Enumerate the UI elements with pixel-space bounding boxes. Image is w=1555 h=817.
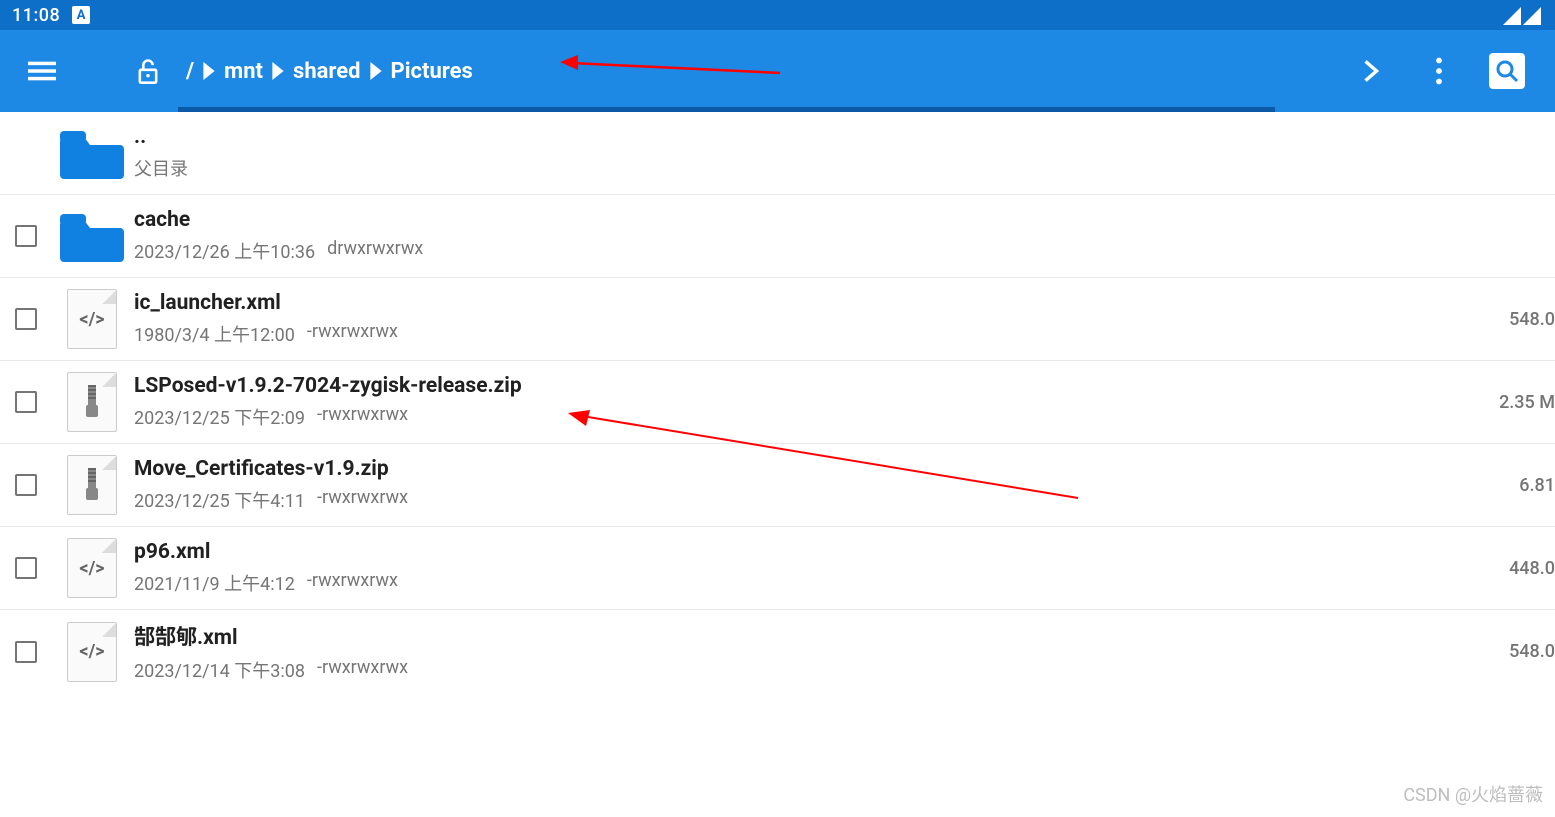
more-vert-icon [1435, 57, 1443, 85]
toolbar-actions [1343, 43, 1535, 99]
more-button[interactable] [1411, 43, 1467, 99]
file-name: LSPosed-v1.9.2-7024-zygisk-release.zip [134, 374, 1485, 398]
toolbar-underline [178, 107, 1275, 112]
file-name: Move_Certificates-v1.9.zip [134, 457, 1485, 481]
file-size: 448.0 [1485, 558, 1555, 579]
checkbox[interactable] [15, 308, 37, 330]
list-item[interactable]: </> p96.xml 2021/11/9 上午4:12 -rwxrwxrwx … [0, 527, 1555, 610]
file-date: 2023/12/25 下午2:09 [134, 404, 305, 430]
file-size: 6.81 [1485, 475, 1555, 496]
file-perm: -rwxrwxrwx [317, 404, 408, 430]
status-keyboard-indicator: A [72, 6, 90, 24]
list-item[interactable]: </> 郜郜郇.xml 2023/12/14 下午3:08 -rwxrwxrwx… [0, 610, 1555, 693]
file-name: ic_launcher.xml [134, 291, 1485, 315]
checkbox[interactable] [15, 641, 37, 663]
lock-button[interactable] [120, 43, 176, 99]
parent-label: 父目录 [134, 155, 188, 181]
folder-icon [60, 210, 124, 262]
menu-button[interactable] [14, 43, 70, 99]
file-name: p96.xml [134, 540, 1485, 564]
checkbox[interactable] [15, 557, 37, 579]
breadcrumb-seg-pictures[interactable]: Pictures [391, 59, 473, 84]
file-perm: -rwxrwxrwx [307, 321, 398, 347]
list-item[interactable]: cache 2023/12/26 上午10:36 drwxrwxrwx [0, 195, 1555, 278]
checkbox[interactable] [15, 474, 37, 496]
chevron-right-icon [271, 62, 285, 80]
breadcrumb-seg-shared[interactable]: shared [293, 59, 361, 84]
zip-file-icon [67, 372, 117, 432]
hamburger-icon [28, 57, 56, 85]
file-size: 548.0 [1485, 309, 1555, 330]
breadcrumb: / mnt shared Pictures [186, 59, 473, 84]
forward-button[interactable] [1343, 43, 1399, 99]
search-icon [1495, 59, 1519, 83]
file-perm: -rwxrwxrwx [317, 657, 408, 683]
search-button[interactable] [1479, 43, 1535, 99]
zip-file-icon [67, 455, 117, 515]
file-date: 2023/12/25 下午4:11 [134, 487, 305, 513]
file-perm: -rwxrwxrwx [307, 570, 398, 596]
file-name: cache [134, 208, 1485, 232]
file-name: 郜郜郇.xml [134, 621, 1485, 651]
breadcrumb-seg-mnt[interactable]: mnt [224, 59, 263, 84]
parent-row[interactable]: .. 父目录 [0, 112, 1555, 195]
list-item[interactable]: </> ic_launcher.xml 1980/3/4 上午12:00 -rw… [0, 278, 1555, 361]
file-size: 548.0 [1485, 641, 1555, 662]
file-perm: -rwxrwxrwx [317, 487, 408, 513]
chevron-right-icon [202, 62, 216, 80]
status-time: 11:08 [12, 5, 60, 26]
app-toolbar: / mnt shared Pictures [0, 30, 1555, 112]
chevron-right-icon [369, 62, 383, 80]
folder-icon [60, 127, 124, 179]
signal-icon [1503, 5, 1543, 25]
file-list: .. 父目录 cache 2023/12/26 上午10:36 drwxrwxr… [0, 112, 1555, 693]
chevron-right-icon [1363, 60, 1379, 82]
breadcrumb-root[interactable]: / [186, 59, 194, 84]
list-item[interactable]: Move_Certificates-v1.9.zip 2023/12/25 下午… [0, 444, 1555, 527]
unlock-icon [134, 56, 162, 86]
xml-file-icon: </> [67, 538, 117, 598]
checkbox[interactable] [15, 391, 37, 413]
status-bar: 11:08 A [0, 0, 1555, 30]
file-date: 2023/12/26 上午10:36 [134, 238, 315, 264]
file-date: 1980/3/4 上午12:00 [134, 321, 295, 347]
file-perm: drwxrwxrwx [327, 238, 423, 264]
file-size: 2.35 M [1485, 392, 1555, 413]
file-date: 2023/12/14 下午3:08 [134, 657, 305, 683]
status-right-icons [1503, 5, 1543, 25]
file-date: 2021/11/9 上午4:12 [134, 570, 295, 596]
checkbox[interactable] [15, 225, 37, 247]
list-item[interactable]: LSPosed-v1.9.2-7024-zygisk-release.zip 2… [0, 361, 1555, 444]
parent-name: .. [134, 125, 1485, 149]
watermark: CSDN @火焰蔷薇 [1403, 781, 1543, 807]
xml-file-icon: </> [67, 289, 117, 349]
xml-file-icon: </> [67, 622, 117, 682]
